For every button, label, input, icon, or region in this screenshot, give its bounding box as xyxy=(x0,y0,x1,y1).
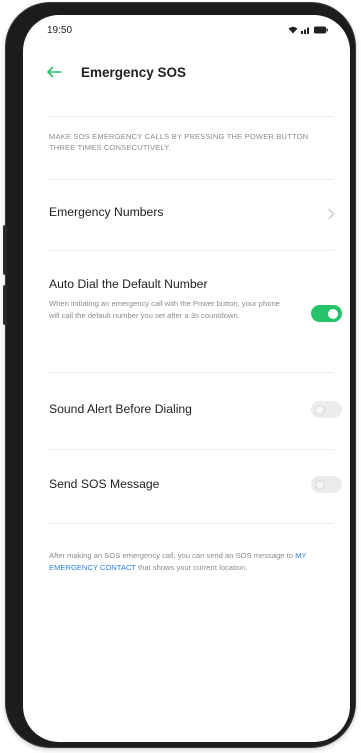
status-bar: 19:50 xyxy=(23,15,350,45)
divider xyxy=(47,179,334,180)
stage: 19:50 Emergency SOS MAKE SOS EMERGENCY C… xyxy=(0,0,361,753)
status-icons xyxy=(288,26,328,34)
divider xyxy=(47,523,334,524)
wifi-icon xyxy=(288,26,298,34)
sos-message-footer: After making an SOS emergency call, you … xyxy=(49,550,329,573)
emergency-numbers-row[interactable]: Emergency Numbers xyxy=(23,193,350,235)
signal-icon xyxy=(301,27,309,34)
back-button[interactable] xyxy=(43,61,65,83)
divider xyxy=(47,250,334,251)
auto-dial-description: When initiating an emergency call with t… xyxy=(49,299,280,320)
screen: 19:50 Emergency SOS MAKE SOS EMERGENCY C… xyxy=(23,15,350,742)
header: Emergency SOS xyxy=(23,55,350,95)
footer-text-after: that shows your current location. xyxy=(135,562,248,572)
divider xyxy=(47,116,334,117)
auto-dial-toggle[interactable] xyxy=(311,305,342,322)
send-sos-message-toggle[interactable] xyxy=(311,476,342,493)
page-title: Emergency SOS xyxy=(81,65,187,80)
auto-dial-label: Auto Dial the Default Number xyxy=(49,277,208,291)
power-button xyxy=(3,285,7,325)
send-sos-message-label: Send SOS Message xyxy=(49,477,160,491)
arrow-left-icon xyxy=(47,66,62,78)
toggle-knob xyxy=(328,308,338,319)
phone-frame: 19:50 Emergency SOS MAKE SOS EMERGENCY C… xyxy=(3,3,355,747)
status-time: 19:50 xyxy=(47,25,73,36)
footer-text-before: After making an SOS emergency call, you … xyxy=(49,551,296,560)
toggle-knob xyxy=(315,479,325,490)
sos-description: MAKE SOS EMERGENCY CALLS BY PRESSING THE… xyxy=(49,132,309,152)
toggle-knob xyxy=(315,404,325,415)
sound-alert-label: Sound Alert Before Dialing xyxy=(49,402,192,416)
battery-icon xyxy=(314,26,328,34)
volume-button xyxy=(3,225,7,275)
divider xyxy=(47,449,334,450)
emergency-numbers-label: Emergency Numbers xyxy=(49,205,164,219)
sound-alert-toggle[interactable] xyxy=(311,401,342,418)
chevron-right-icon xyxy=(328,208,335,220)
divider xyxy=(47,372,334,373)
